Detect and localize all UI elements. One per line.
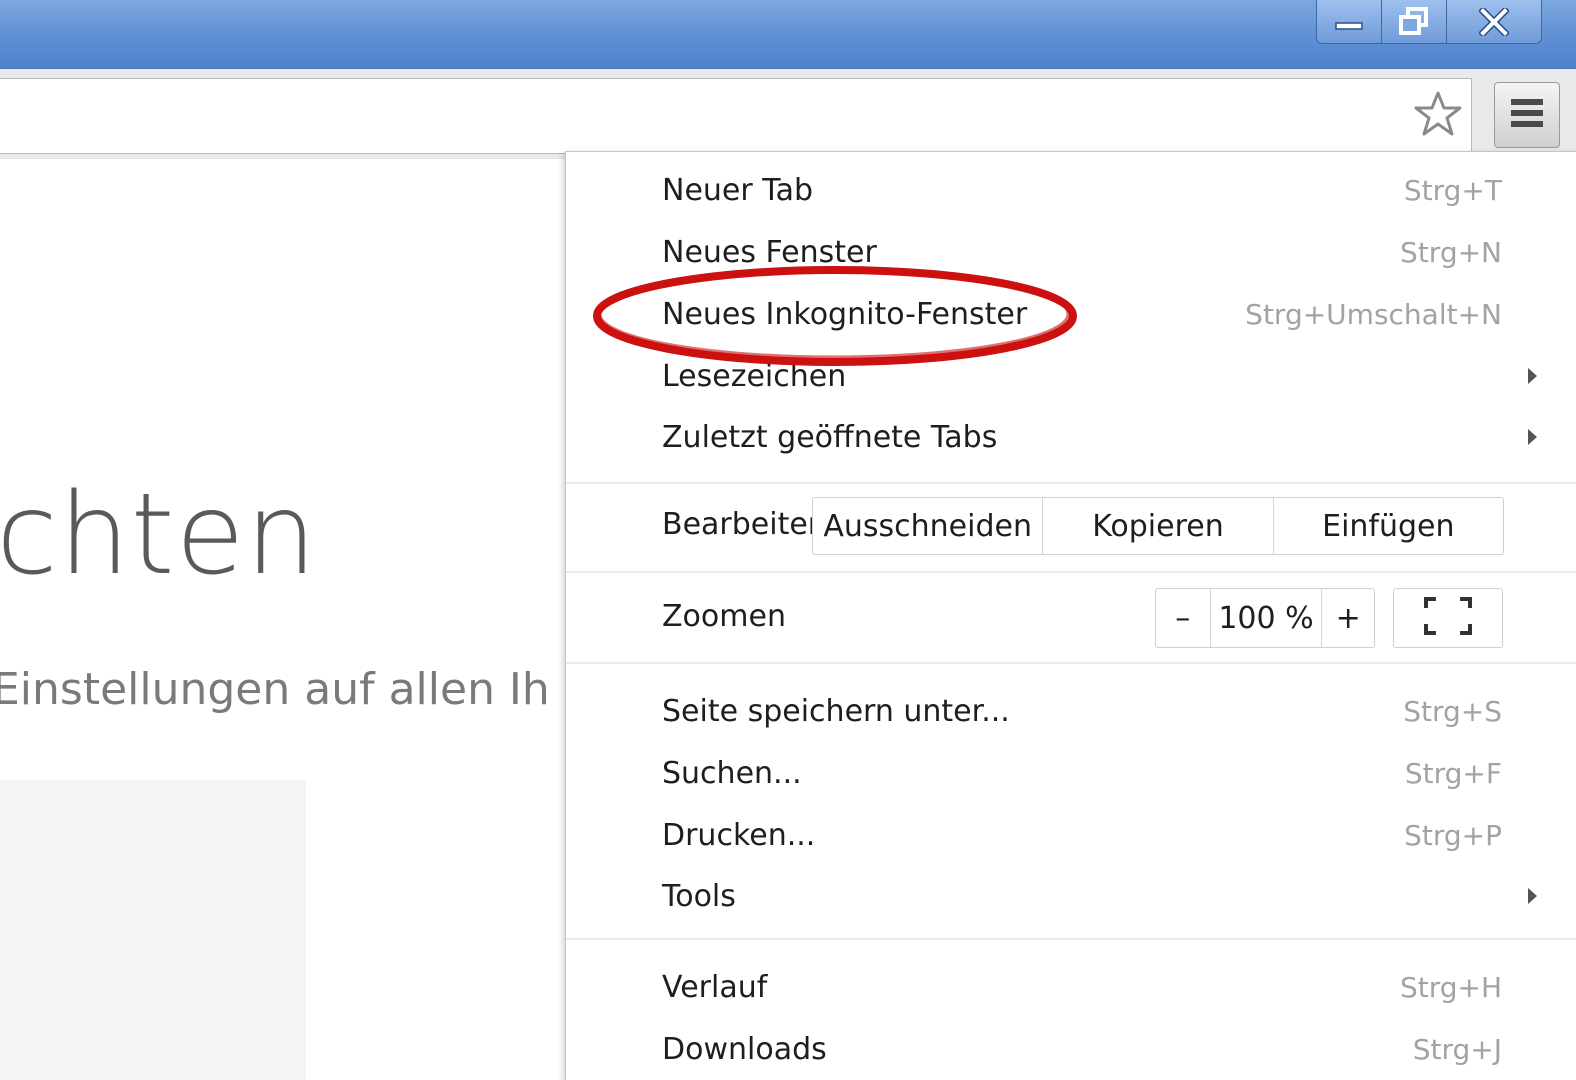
- zoom-in-button[interactable]: +: [1322, 589, 1374, 647]
- chrome-menu-button[interactable]: [1494, 82, 1560, 148]
- menu-item-shortcut: Strg+Umschalt+N: [1245, 297, 1502, 331]
- menu-item-label: Neues Fenster: [662, 234, 877, 270]
- menu-item-label: Verlauf: [662, 969, 768, 1005]
- menu-item-label: Lesezeichen: [662, 358, 847, 394]
- menu-item-save-page[interactable]: Seite speichern unter... Strg+S: [662, 682, 1502, 740]
- bookmark-star-button[interactable]: [1410, 88, 1466, 144]
- menu-item-label: Seite speichern unter...: [662, 693, 1010, 729]
- menu-item-recent-tabs[interactable]: Zuletzt geöffnete Tabs: [662, 408, 1502, 466]
- page-panel: [0, 780, 306, 1080]
- zoom-label: Zoomen: [662, 599, 786, 634]
- address-bar[interactable]: [0, 78, 1472, 154]
- menu-separator: [566, 571, 1576, 573]
- menu-item-new-incognito-window[interactable]: Neues Inkognito-Fenster Strg+Umschalt+N: [662, 285, 1502, 343]
- minimize-icon: [1334, 12, 1364, 32]
- menu-item-bookmarks[interactable]: Lesezeichen: [662, 347, 1502, 405]
- edit-button-group: Ausschneiden Kopieren Einfügen: [812, 497, 1504, 555]
- menu-separator: [566, 938, 1576, 940]
- menu-item-history[interactable]: Verlauf Strg+H: [662, 958, 1502, 1016]
- menu-item-shortcut: Strg+H: [1399, 970, 1502, 1004]
- menu-separator: [566, 662, 1576, 664]
- page-heading: ichten: [0, 470, 318, 600]
- menu-item-label: Downloads: [662, 1031, 827, 1067]
- hamburger-menu-icon: [1509, 96, 1545, 134]
- menu-item-new-window[interactable]: Neues Fenster Strg+N: [662, 223, 1502, 281]
- cut-button[interactable]: Ausschneiden: [813, 498, 1044, 554]
- menu-item-shortcut: Strg+J: [1412, 1032, 1502, 1066]
- close-icon: [1479, 7, 1509, 36]
- menu-item-shortcut: Strg+S: [1403, 694, 1502, 728]
- paste-button[interactable]: Einfügen: [1274, 498, 1503, 554]
- menu-item-label: Drucken...: [662, 817, 816, 853]
- submenu-arrow-icon: [1528, 368, 1537, 384]
- menu-item-label: Neues Inkognito-Fenster: [662, 296, 1028, 332]
- zoom-level: 100 %: [1211, 589, 1323, 647]
- copy-button[interactable]: Kopieren: [1043, 498, 1274, 554]
- zoom-control: – 100 % +: [1155, 588, 1375, 648]
- menu-item-label: Neuer Tab: [662, 172, 814, 208]
- submenu-arrow-icon: [1528, 888, 1537, 904]
- page-subtext: Einstellungen auf allen Ih: [0, 664, 550, 715]
- menu-item-label: Zuletzt geöffnete Tabs: [662, 419, 998, 455]
- menu-item-find[interactable]: Suchen... Strg+F: [662, 744, 1502, 802]
- star-icon: [1413, 90, 1463, 142]
- restore-icon: [1398, 6, 1430, 37]
- chrome-dropdown-menu: Neuer Tab Strg+T Neues Fenster Strg+N Ne…: [565, 151, 1576, 1080]
- menu-item-label: Tools: [662, 878, 736, 914]
- fullscreen-icon: [1423, 596, 1473, 640]
- menu-item-print[interactable]: Drucken... Strg+P: [662, 806, 1502, 864]
- menu-item-shortcut: Strg+P: [1404, 818, 1502, 852]
- menu-item-shortcut: Strg+F: [1404, 756, 1502, 790]
- restore-button[interactable]: [1381, 0, 1447, 44]
- minimize-button[interactable]: [1316, 0, 1382, 44]
- menu-separator: [566, 482, 1576, 484]
- fullscreen-button[interactable]: [1393, 588, 1503, 648]
- edit-label: Bearbeiten: [662, 507, 827, 542]
- close-button[interactable]: [1446, 0, 1542, 44]
- menu-item-label: Suchen...: [662, 755, 802, 791]
- menu-item-downloads[interactable]: Downloads Strg+J: [662, 1020, 1502, 1078]
- zoom-out-button[interactable]: –: [1156, 589, 1211, 647]
- menu-item-new-tab[interactable]: Neuer Tab Strg+T: [662, 161, 1502, 219]
- menu-item-tools[interactable]: Tools: [662, 867, 1502, 925]
- menu-item-shortcut: Strg+T: [1403, 173, 1502, 207]
- submenu-arrow-icon: [1528, 429, 1537, 445]
- menu-item-shortcut: Strg+N: [1400, 235, 1502, 269]
